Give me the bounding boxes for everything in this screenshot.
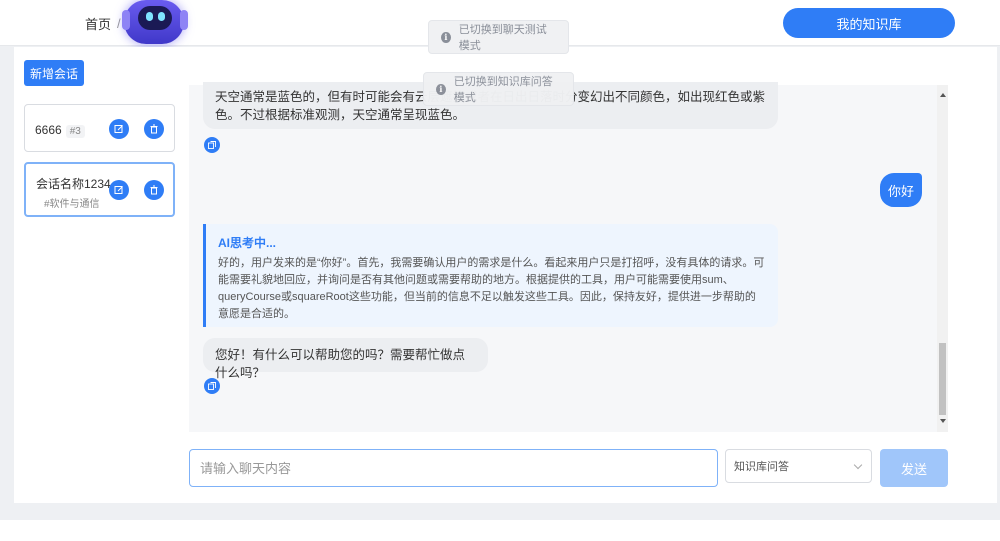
info-icon: i (441, 31, 451, 43)
info-icon: i (436, 83, 446, 95)
session-name: 会话名称1234 (36, 177, 111, 191)
ai-thinking-block: AI思考中... 好的，用户发来的是“你好”。首先，我需要确认用户的需求是什么。… (203, 224, 778, 327)
chat-scrollbar[interactable] (937, 85, 948, 432)
delete-icon[interactable] (144, 119, 164, 139)
send-button[interactable]: 发送 (880, 449, 948, 487)
session-item-active[interactable]: 会话名称1234 #软件与通信 (24, 162, 175, 217)
mode-select[interactable]: 知识库问答 (725, 449, 872, 483)
chat-input[interactable] (189, 449, 718, 487)
scroll-up-icon[interactable] (940, 93, 946, 97)
breadcrumb: 首页 / (85, 14, 121, 33)
my-knowledge-base-button[interactable]: 我的知识库 (783, 8, 955, 38)
toast-text: 已切换到聊天测试模式 (458, 24, 547, 52)
ai-message: 您好！有什么可以帮助您的吗？需要帮忙做点什么吗？ (203, 338, 488, 380)
breadcrumb-home[interactable]: 首页 (85, 14, 111, 33)
toast-text: 已切换到知识库问答模式 (453, 76, 553, 104)
delete-icon[interactable] (144, 180, 164, 200)
edit-icon[interactable] (109, 119, 129, 139)
scroll-thumb[interactable] (939, 343, 946, 415)
session-name: 6666 #3 (35, 123, 85, 138)
edit-icon[interactable] (109, 180, 129, 200)
copy-icon[interactable] (204, 378, 220, 394)
toast-notification: i 已切换到聊天测试模式 (428, 20, 569, 54)
new-session-button[interactable]: 新增会话 (24, 60, 84, 86)
copy-icon[interactable] (204, 137, 220, 153)
scroll-down-icon[interactable] (940, 419, 946, 423)
session-tag: #软件与通信 (44, 199, 100, 210)
toast-notification: i 已切换到知识库问答模式 (423, 72, 574, 106)
session-tag: #3 (65, 125, 85, 138)
session-item[interactable]: 6666 #3 (24, 104, 175, 152)
chevron-down-icon (853, 460, 863, 470)
thinking-text: 好的，用户发来的是“你好”。首先，我需要确认用户的需求是什么。看起来用户只是打招… (218, 257, 765, 320)
thinking-title: AI思考中... (218, 236, 277, 250)
bottom-bar (0, 520, 1000, 541)
user-message: 你好 (880, 173, 922, 207)
mode-select-value: 知识库问答 (734, 461, 789, 473)
